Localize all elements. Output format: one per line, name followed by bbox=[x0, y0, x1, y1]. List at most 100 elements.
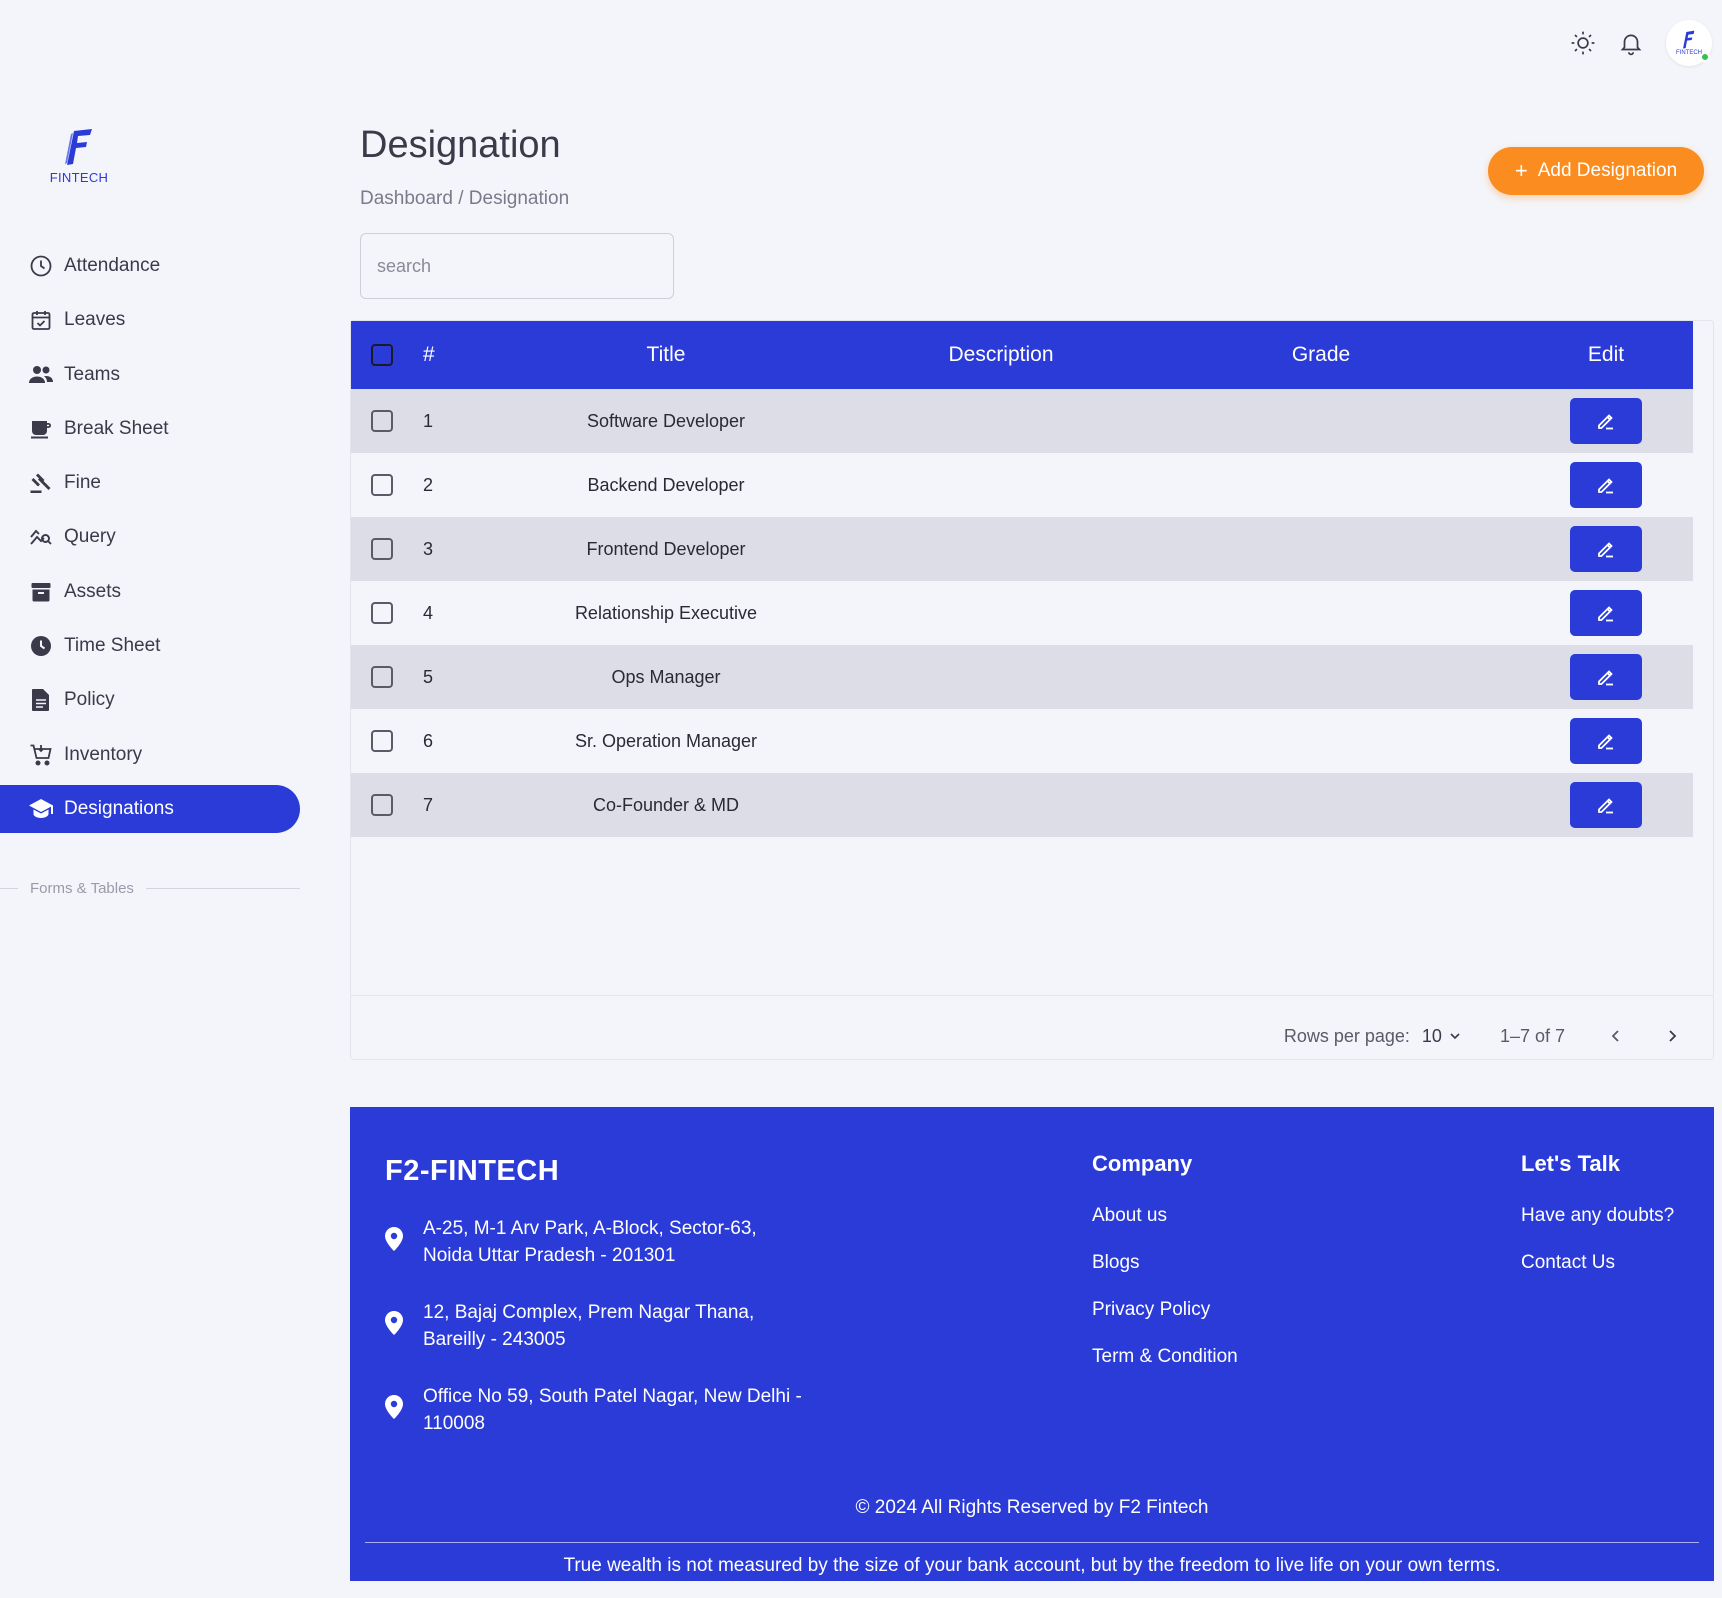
row-edit-cell bbox=[1551, 453, 1661, 517]
lets-talk-heading: Let's Talk bbox=[1521, 1151, 1620, 1176]
row-checkbox[interactable] bbox=[371, 602, 393, 624]
address-line: Noida Uttar Pradesh - 201301 bbox=[423, 1245, 676, 1266]
row-description bbox=[831, 517, 1171, 581]
add-designation-button[interactable]: + Add Designation bbox=[1488, 147, 1704, 195]
plus-icon: + bbox=[1514, 158, 1528, 183]
table-row: 5 Ops Manager bbox=[351, 645, 1693, 709]
designation-table: # Title Description Grade Edit 1 Software… bbox=[350, 320, 1714, 1060]
footer-link-terms[interactable]: Term & Condition bbox=[1092, 1346, 1238, 1368]
footer-link-doubts[interactable]: Have any doubts? bbox=[1521, 1205, 1674, 1227]
footer-quote: True wealth is not measured by the size … bbox=[563, 1555, 1501, 1576]
online-status-dot bbox=[1700, 52, 1710, 62]
header-title[interactable]: Title bbox=[501, 321, 831, 389]
row-grade bbox=[1171, 773, 1471, 837]
sidebar-nav: Attendance Leaves Teams Break Sheet Fine… bbox=[0, 242, 300, 839]
sidebar-section-header: Forms & Tables bbox=[0, 880, 300, 897]
row-checkbox[interactable] bbox=[371, 410, 393, 432]
logo[interactable]: FINTECH bbox=[46, 128, 112, 185]
edit-button[interactable] bbox=[1570, 718, 1642, 764]
archive-icon bbox=[28, 579, 54, 605]
row-edit-cell bbox=[1551, 645, 1661, 709]
sidebar-item-label: Designations bbox=[64, 797, 174, 819]
logo-mark-icon bbox=[65, 129, 92, 165]
sidebar-item-label: Fine bbox=[64, 472, 101, 494]
edit-button[interactable] bbox=[1570, 654, 1642, 700]
sun-icon[interactable] bbox=[1570, 30, 1596, 56]
row-checkbox[interactable] bbox=[371, 538, 393, 560]
edit-button[interactable] bbox=[1570, 462, 1642, 508]
avatar[interactable]: FINTECH bbox=[1666, 20, 1712, 66]
edit-button[interactable] bbox=[1570, 782, 1642, 828]
edit-button[interactable] bbox=[1570, 398, 1642, 444]
edit-button[interactable] bbox=[1570, 590, 1642, 636]
sidebar-item-designations[interactable]: Designations bbox=[0, 784, 300, 833]
breadcrumb[interactable]: Dashboard / Designation bbox=[360, 188, 569, 210]
row-number: 3 bbox=[423, 538, 434, 559]
header-grade[interactable]: Grade bbox=[1171, 321, 1471, 389]
row-checkbox[interactable] bbox=[371, 666, 393, 688]
sidebar-item-fine[interactable]: Fine bbox=[0, 459, 300, 507]
sidebar-item-break-sheet[interactable]: Break Sheet bbox=[0, 405, 300, 453]
location-pin-icon bbox=[385, 1227, 409, 1259]
pencil-icon bbox=[1595, 602, 1617, 624]
cart-icon bbox=[28, 742, 54, 768]
select-all-checkbox[interactable] bbox=[371, 344, 393, 366]
graduation-cap-icon bbox=[28, 796, 54, 822]
row-edit-cell bbox=[1551, 389, 1661, 453]
bell-icon[interactable] bbox=[1618, 30, 1644, 56]
footer-address: Office No 59, South Patel Nagar, New Del… bbox=[385, 1383, 845, 1437]
sidebar-item-time-sheet[interactable]: Time Sheet bbox=[0, 622, 300, 670]
footer-address: A-25, M-1 Arv Park, A-Block, Sector-63, N… bbox=[385, 1215, 845, 1269]
sidebar-item-attendance[interactable]: Attendance bbox=[0, 242, 300, 290]
row-grade bbox=[1171, 709, 1471, 773]
row-number: 2 bbox=[423, 474, 434, 495]
divider bbox=[0, 888, 18, 889]
row-edit-cell bbox=[1551, 581, 1661, 645]
row-title: Sr. Operation Manager bbox=[574, 730, 758, 751]
row-grade bbox=[1171, 389, 1471, 453]
sidebar-item-label: Inventory bbox=[64, 743, 143, 765]
sidebar-item-label: Time Sheet bbox=[64, 635, 161, 657]
sidebar-item-query[interactable]: Query bbox=[0, 513, 300, 561]
page-title: Designation bbox=[360, 124, 561, 166]
pencil-icon bbox=[1595, 794, 1617, 816]
footer-link-about[interactable]: About us bbox=[1092, 1205, 1167, 1227]
location-pin-icon bbox=[385, 1395, 409, 1427]
search-input[interactable] bbox=[360, 233, 674, 299]
row-number: 1 bbox=[423, 410, 434, 431]
section-label: Forms & Tables bbox=[30, 880, 134, 897]
sidebar-item-label: Query bbox=[64, 526, 116, 548]
sidebar-item-label: Assets bbox=[64, 580, 122, 602]
next-page-button[interactable] bbox=[1657, 1029, 1687, 1043]
table-row: 3 Frontend Developer bbox=[351, 517, 1693, 581]
table-row: 6 Sr. Operation Manager bbox=[351, 709, 1693, 773]
row-description bbox=[831, 645, 1171, 709]
row-select-cell bbox=[371, 453, 393, 517]
add-designation-label: Add Designation bbox=[1537, 160, 1678, 181]
query-chart-icon bbox=[28, 524, 54, 550]
row-edit-cell bbox=[1551, 709, 1661, 773]
row-checkbox[interactable] bbox=[371, 794, 393, 816]
footer-link-blogs[interactable]: Blogs bbox=[1092, 1252, 1140, 1274]
document-icon bbox=[28, 687, 54, 713]
sidebar-item-policy[interactable]: Policy bbox=[0, 676, 300, 724]
coffee-icon bbox=[28, 416, 54, 442]
header-description[interactable]: Description bbox=[831, 321, 1171, 389]
edit-button[interactable] bbox=[1570, 526, 1642, 572]
sidebar-item-assets[interactable]: Assets bbox=[0, 568, 300, 616]
address-line: 12, Bajaj Complex, Prem Nagar Thana, bbox=[423, 1302, 755, 1323]
footer-link-contact[interactable]: Contact Us bbox=[1521, 1252, 1615, 1274]
rows-per-page-select[interactable]: 10 bbox=[1422, 1026, 1462, 1047]
row-description bbox=[831, 453, 1171, 517]
sidebar-item-leaves[interactable]: Leaves bbox=[0, 296, 300, 344]
chevron-left-icon bbox=[1611, 1030, 1619, 1042]
pagination: Rows per page: 10 1–7 of 7 bbox=[1284, 1011, 1713, 1061]
footer-link-privacy[interactable]: Privacy Policy bbox=[1092, 1299, 1210, 1321]
sidebar-item-teams[interactable]: Teams bbox=[0, 351, 300, 399]
sidebar-item-label: Break Sheet bbox=[64, 417, 169, 439]
row-checkbox[interactable] bbox=[371, 474, 393, 496]
row-checkbox[interactable] bbox=[371, 730, 393, 752]
pencil-icon bbox=[1595, 730, 1617, 752]
sidebar-item-inventory[interactable]: Inventory bbox=[0, 731, 300, 779]
prev-page-button[interactable] bbox=[1601, 1029, 1631, 1043]
